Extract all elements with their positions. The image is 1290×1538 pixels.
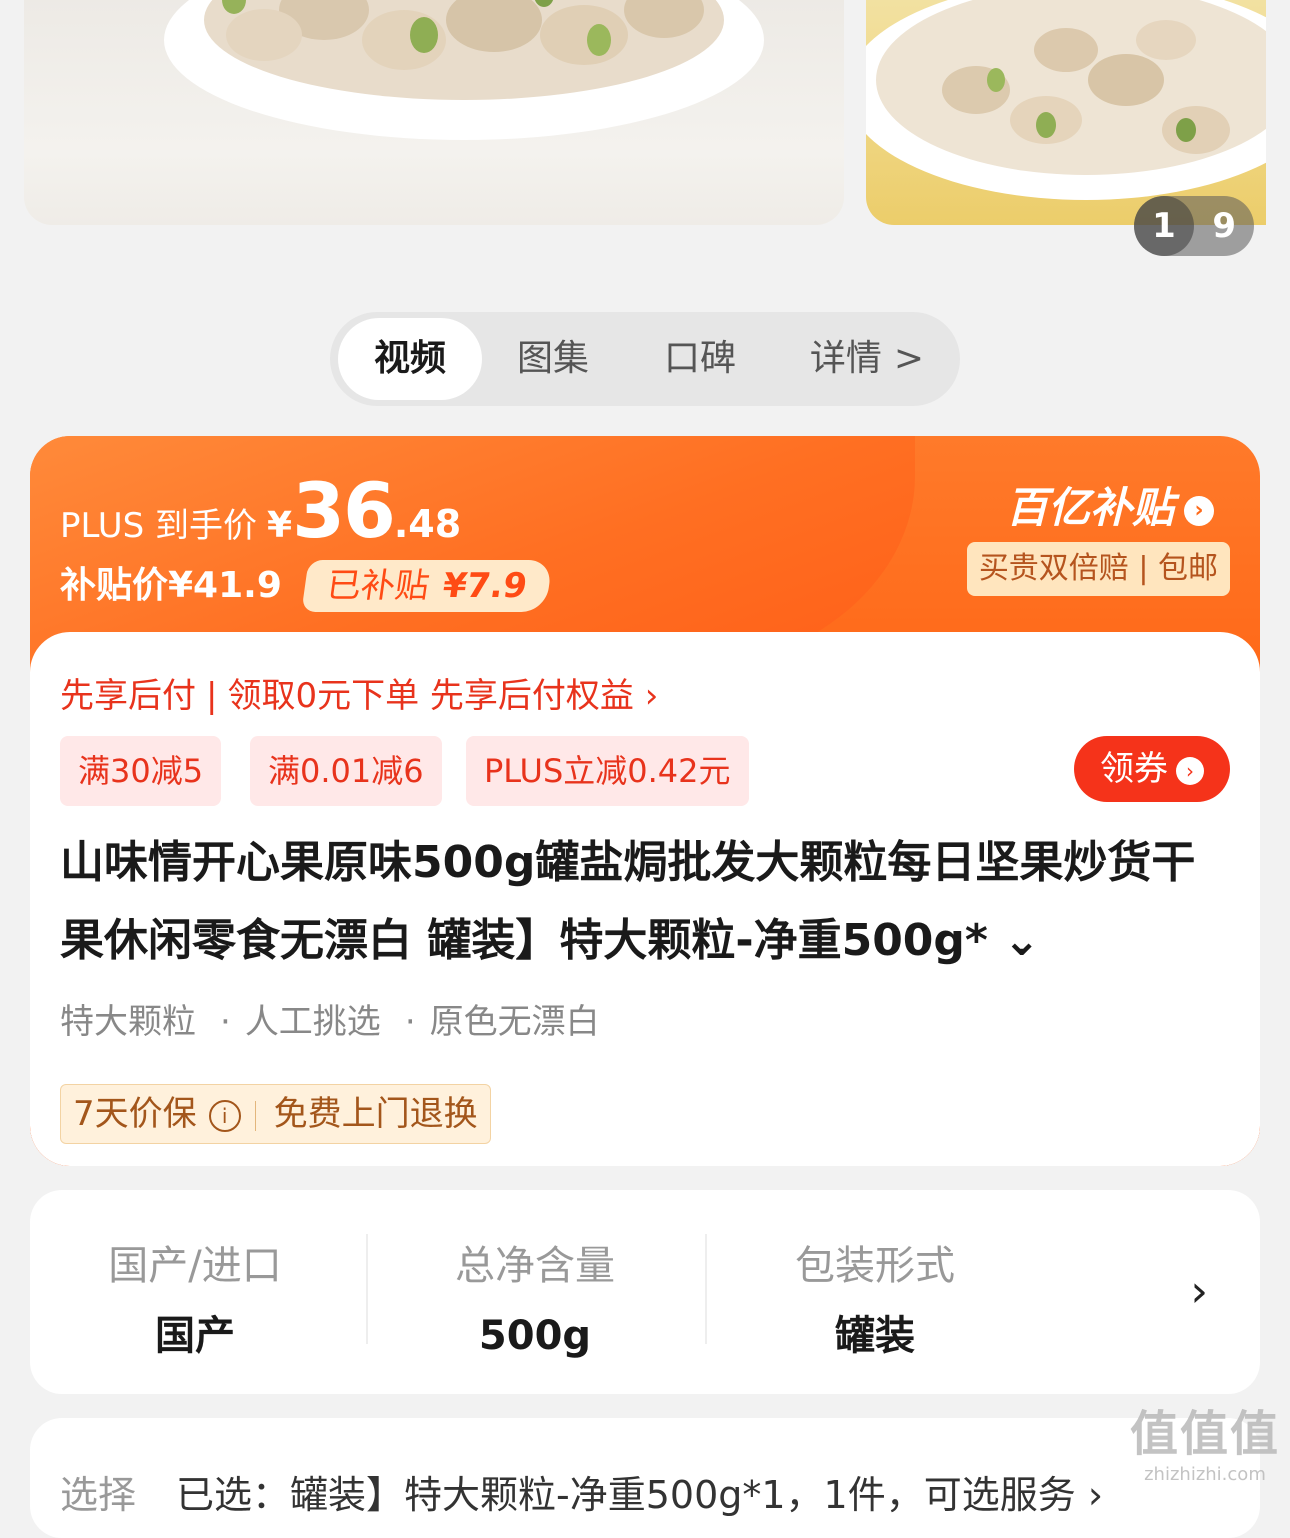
pay-later-link[interactable]: 先享后付 | 领取0元下单 先享后付权益 › [60,668,658,717]
pay-later-separator: | [206,676,218,716]
feature-item: 特大颗粒 [60,1002,196,1042]
spec-label: 包装形式 [795,1243,955,1289]
plus-price-line: PLUS 到手价 ¥36.48 [60,466,461,555]
currency-symbol: ¥ [267,505,293,546]
pay-later-offer: 领取0元下单 先享后付权益 [227,676,634,716]
price-protection-label: 7天价保 [73,1094,197,1134]
billion-subsidy-logo[interactable]: 百亿补贴 › [1006,474,1214,535]
divider [366,1234,368,1344]
product-image-main[interactable] [24,0,844,225]
product-title[interactable]: 山味情开心果原味500g罐盐焗批发大颗粒每日坚果炒货干果休闲零食无漂白 罐装】特… [60,824,1230,980]
watermark-domain: zhizhizhi.com [1144,1464,1266,1485]
coupon-chip[interactable]: PLUS立减0.42元 [466,736,749,806]
tab-video[interactable]: 视频 [338,318,482,400]
price-decimal: .48 [393,502,462,546]
subsidy-tag-label: 已补贴 [324,566,432,606]
feature-dot: · [404,1002,416,1042]
spec-net-weight: 总净含量 500g [370,1240,700,1362]
info-icon[interactable]: i [208,1099,241,1132]
coupon-chip[interactable]: 满30减5 [60,736,222,806]
gallery-total-count: 9 [1212,206,1236,246]
image-gallery[interactable]: 1 9 [0,0,1290,256]
get-coupon-label: 领券 [1100,749,1168,789]
pistachio-bowl-image [164,0,764,140]
gallery-counter: 1 9 [1134,196,1254,256]
feature-list: 特大颗粒 · 人工挑选 · 原色无漂白 [60,994,600,1043]
service-guarantee-tag[interactable]: 7天价保 i 免费上门退换 [60,1084,491,1144]
watermark-text: 值值值 [1129,1406,1280,1462]
chevron-right-icon: > [893,338,925,379]
spec-value: 国产 [155,1313,235,1359]
feature-item: 原色无漂白 [429,1002,600,1042]
spec-summary-card[interactable]: 国产/进口 国产 总净含量 500g 包装形式 罐装 › [30,1190,1260,1394]
divider [705,1234,707,1344]
billion-subsidy-text: 百亿补贴 [1005,483,1174,532]
watermark-logo: 值值值 zhizhizhi.com [1130,1394,1280,1485]
product-image-second[interactable] [866,0,1266,225]
spec-label: 国产/进口 [108,1243,282,1289]
spec-label: 总净含量 [455,1243,615,1289]
variant-select-row: 选择 已选：罐装】特大颗粒-净重500g*1，1件，可选服务 › [60,1464,1103,1519]
divider [254,1100,256,1131]
plus-price-label: PLUS 到手价 [60,506,258,546]
billion-guarantee-tag: 买贵双倍赔 | 包邮 [966,542,1230,596]
media-tabs: 视频 图集 口碑 详情 > [330,312,960,406]
feature-dot: · [220,1002,231,1042]
selected-variant: 已选：罐装】特大颗粒-净重500g*1，1件，可选服务 › [176,1473,1104,1517]
chevron-right-icon: › [644,676,659,716]
free-return-label: 免费上门退换 [273,1094,478,1134]
feature-item: 人工挑选 [244,1002,381,1042]
arrow-right-circle-icon: › [1176,756,1204,785]
product-info-body: 先享后付 | 领取0元下单 先享后付权益 › 满30减5 满0.01减6 PLUS立… [30,632,1260,1166]
subsidy-amount: ¥7.9 [440,566,530,606]
tab-reviews[interactable]: 口碑 [632,318,768,400]
spec-origin: 国产/进口 国产 [30,1240,360,1362]
get-coupon-button[interactable]: 领券 › [1074,736,1230,802]
tab-details-label: 详情 [809,338,882,379]
spec-packaging: 包装形式 罐装 [710,1240,1040,1362]
coupon-chip[interactable]: 满0.01减6 [250,736,442,806]
subsidy-price: 补贴价¥41.9 [60,565,282,606]
pistachio-plate-image [866,0,1266,200]
pay-later-label: 先享后付 [60,676,196,716]
spec-value: 500g [478,1313,592,1359]
spec-value: 罐装 [835,1313,915,1359]
subsidy-amount-tag: 已补贴 ¥7.9 [301,560,553,612]
price-info-card: PLUS 到手价 ¥36.48 补贴价¥41.9 已补贴 ¥7.9 百亿补贴 › 买贵… [30,436,1260,1166]
arrow-right-circle-icon: › [1184,495,1214,526]
variant-select-card[interactable]: 选择 已选：罐装】特大颗粒-净重500g*1，1件，可选服务 › [30,1418,1260,1538]
price-integer: 36 [292,466,396,555]
gallery-current-index: 1 [1134,196,1194,256]
subsidy-line: 补贴价¥41.9 已补贴 ¥7.9 [60,554,553,618]
chevron-right-icon[interactable]: › [1190,1266,1208,1317]
tab-details[interactable]: 详情 > [782,318,952,400]
select-label: 选择 [60,1473,137,1517]
tab-gallery[interactable]: 图集 [490,318,616,400]
